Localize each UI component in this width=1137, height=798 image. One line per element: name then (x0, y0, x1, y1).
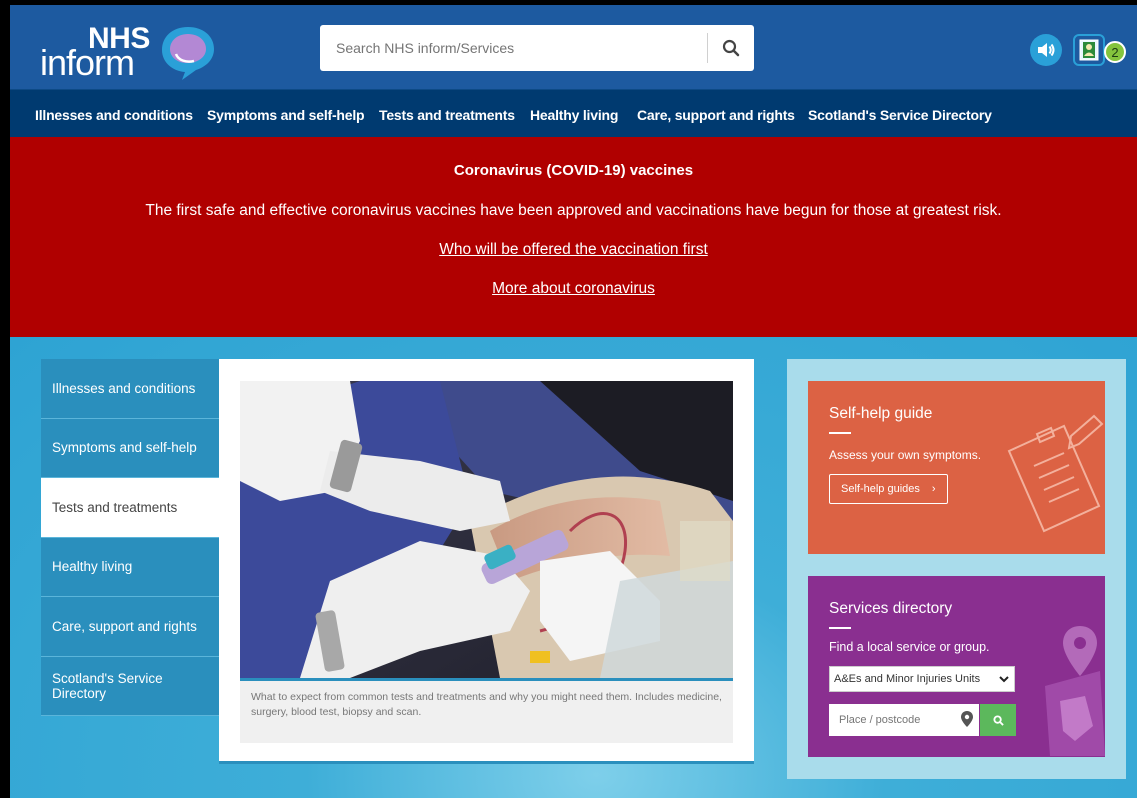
banner-link-container: Who will be offered the vaccination firs… (10, 241, 1137, 259)
sidenav-item-care-support[interactable]: Care, support and rights (41, 597, 219, 657)
services-rule (829, 627, 851, 629)
blood-test-image (240, 381, 733, 678)
person-card-icon (1079, 39, 1099, 61)
blood-test-photo[interactable] (240, 381, 733, 678)
banner-title: Coronavirus (COVID-19) vaccines (453, 162, 694, 179)
map-pin-illustration (1045, 626, 1105, 756)
self-help-desc: Assess your own symptoms. (829, 448, 982, 462)
search-icon (722, 39, 740, 57)
self-help-card: Self-help guide Assess your own symptoms… (808, 381, 1105, 554)
self-help-guides-button[interactable]: Self-help guides › (829, 474, 948, 504)
services-directory-card: Services directory Find a local service … (808, 576, 1105, 757)
services-search-button[interactable] (980, 704, 1016, 736)
side-nav: Illnesses and conditions Symptoms and se… (41, 359, 219, 716)
sidenav-item-symptoms[interactable]: Symptoms and self-help (41, 418, 219, 478)
search-button[interactable] (708, 25, 754, 71)
main-content: Illnesses and conditions Symptoms and se… (10, 337, 1137, 798)
service-type-value: A&Es and Minor Injuries Units (834, 673, 981, 685)
chevron-right-icon: › (931, 483, 936, 495)
accessibility-button[interactable] (1073, 34, 1105, 66)
speaker-icon (1038, 43, 1055, 57)
notification-badge[interactable]: 2 (1104, 41, 1126, 63)
services-title: Services directory (829, 600, 953, 617)
covid-banner: Coronavirus (COVID-19) vaccines The firs… (10, 137, 1137, 337)
sidenav-item-service-directory[interactable]: Scotland's Service Directory (41, 656, 219, 716)
banner-text: The first safe and effective coronavirus… (145, 202, 1002, 219)
search-input[interactable] (320, 25, 706, 71)
nhs-inform-logo[interactable]: NHS inform (40, 20, 220, 83)
nav-item-tests[interactable]: Tests and treatments (379, 107, 515, 123)
banner-link-container-2: More about coronavirus (10, 280, 1137, 298)
main-nav: Illnesses and conditions Symptoms and se… (10, 89, 1137, 137)
vaccination-first-link[interactable]: Who will be offered the vaccination firs… (439, 241, 708, 258)
audio-listen-button[interactable] (1030, 34, 1062, 66)
more-coronavirus-link[interactable]: More about coronavirus (492, 280, 655, 297)
nav-item-illnesses[interactable]: Illnesses and conditions (35, 107, 193, 123)
postcode-input[interactable] (829, 704, 979, 736)
right-panel: Self-help guide Assess your own symptoms… (787, 359, 1126, 779)
nav-item-service-directory[interactable]: Scotland's Service Directory (808, 107, 992, 123)
site-header: NHS inform 2 (10, 5, 1137, 89)
location-pin-icon[interactable] (960, 710, 974, 728)
nav-item-care-support[interactable]: Care, support and rights (637, 107, 795, 123)
chevron-down-icon (999, 676, 1009, 683)
clipboard-icon (1007, 414, 1104, 533)
feature-card: What to expect from common tests and tre… (219, 359, 754, 764)
self-help-rule (829, 432, 851, 434)
search-bar (320, 25, 754, 71)
speech-bubble-icon (162, 27, 214, 80)
service-type-select[interactable]: A&Es and Minor Injuries Units (829, 666, 1015, 692)
sidenav-item-illnesses[interactable]: Illnesses and conditions (41, 359, 219, 419)
services-desc: Find a local service or group. (829, 640, 990, 654)
self-help-button-label: Self-help guides (841, 483, 920, 495)
sidenav-item-tests[interactable]: Tests and treatments (41, 478, 219, 538)
nav-item-healthy-living[interactable]: Healthy living (530, 107, 618, 123)
nav-item-symptoms[interactable]: Symptoms and self-help (207, 107, 365, 123)
search-icon (992, 714, 1004, 726)
sidenav-item-healthy-living[interactable]: Healthy living (41, 537, 219, 597)
logo-inform-text: inform (40, 42, 135, 83)
feature-caption: What to expect from common tests and tre… (240, 678, 733, 743)
self-help-title: Self-help guide (829, 405, 933, 422)
